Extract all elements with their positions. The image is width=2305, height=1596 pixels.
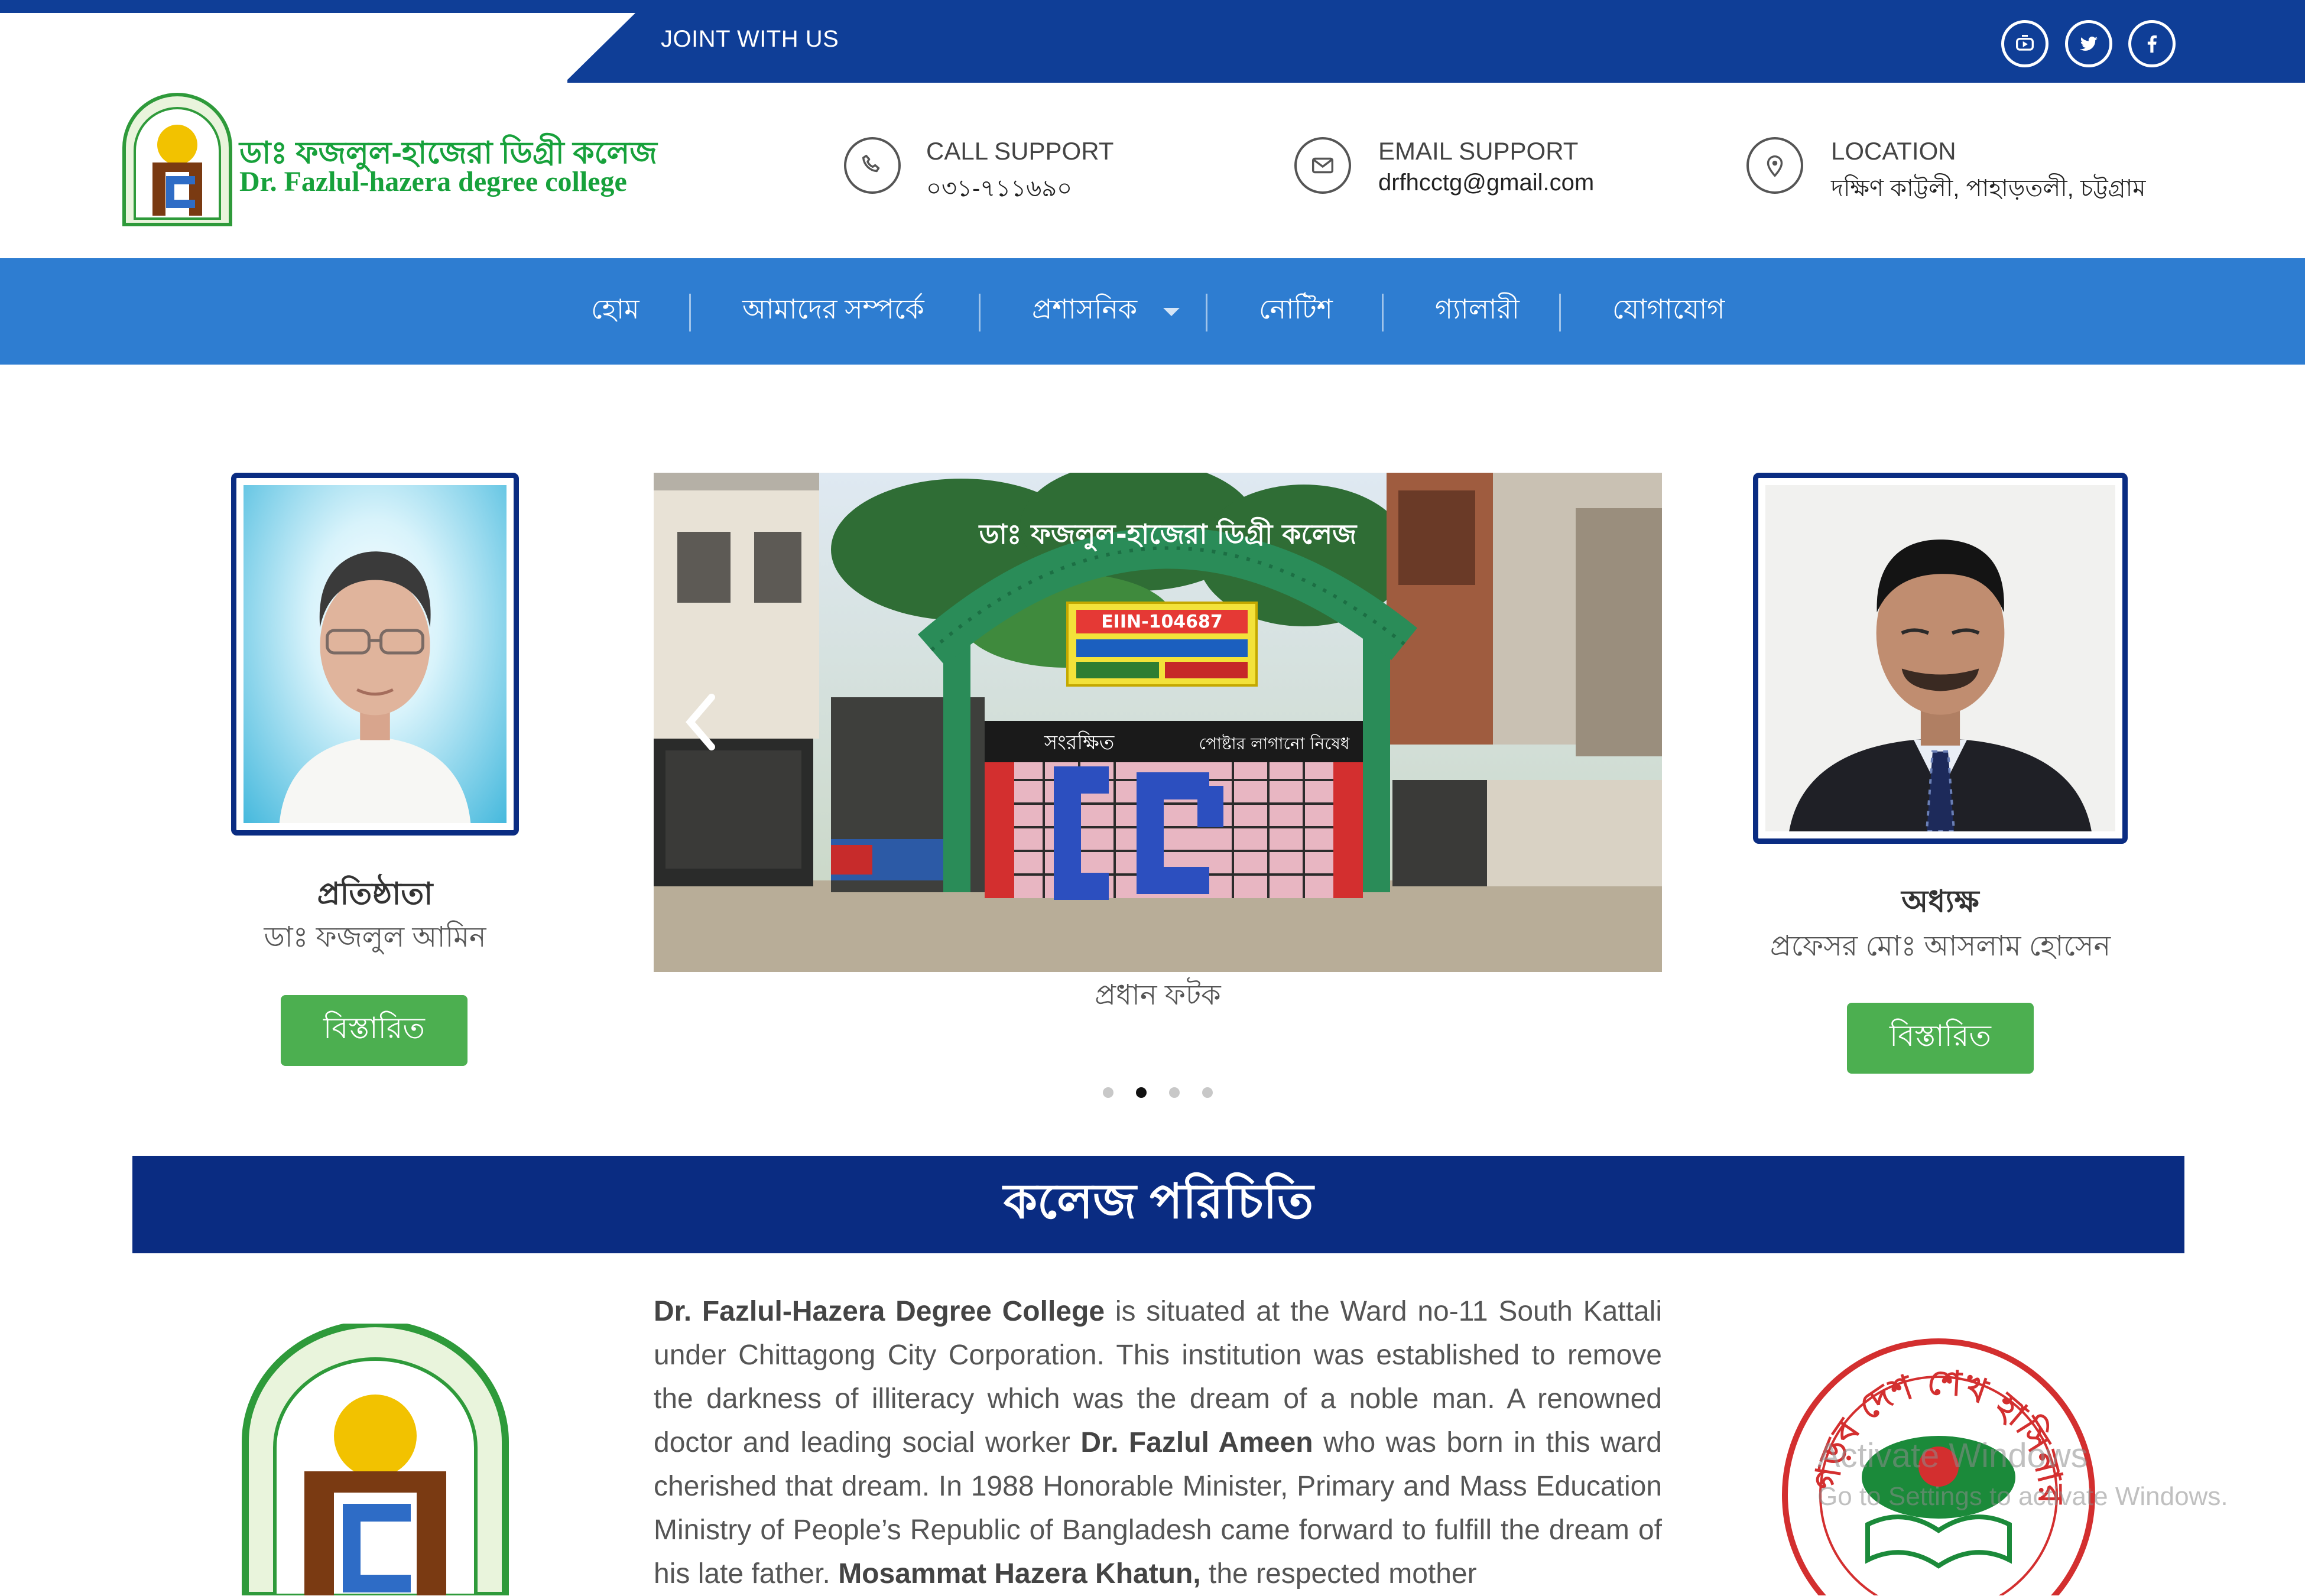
slider-dot-3[interactable] bbox=[1169, 1087, 1180, 1098]
top-bar-white-area bbox=[0, 13, 567, 83]
nav-home[interactable]: হোম bbox=[591, 258, 639, 365]
principal-details-button[interactable]: বিস্তারিত bbox=[1847, 1003, 2034, 1074]
facebook-icon[interactable] bbox=[2128, 20, 2176, 67]
gate-eiin-text: EIIN-104687 bbox=[1101, 612, 1223, 632]
email-support-title: EMAIL SUPPORT bbox=[1378, 137, 1579, 165]
gate-warning-text: পোষ্টার লাগানো নিষেধ bbox=[1199, 734, 1350, 753]
main-nav: হোম আমাদের সম্পর্কে প্রশাসনিক নোটিশ গ্যা… bbox=[0, 258, 2305, 365]
phone-icon bbox=[844, 137, 901, 194]
founder-name: ডাঃ ফজলুল আমিন bbox=[264, 922, 486, 953]
slide-caption: প্রধান ফটক bbox=[1095, 980, 1221, 1011]
principal-role: অধ্যক্ষ bbox=[1901, 885, 1979, 919]
intro-text-3: the respected mother bbox=[1200, 1558, 1477, 1590]
email-icon bbox=[1294, 137, 1351, 194]
intro-paragraph: Dr. Fazlul-Hazera Degree College is situ… bbox=[654, 1290, 1662, 1596]
top-bar: JOINT WITH US bbox=[0, 0, 2305, 83]
image-slider[interactable]: ডাঃ ফজলুল-হাজেরা ডিগ্রী কলেজ EIIN-104687… bbox=[654, 473, 1662, 972]
nav-separator bbox=[1382, 294, 1384, 331]
gate-sign-text: ডাঃ ফজলুল-হাজেরা ডিগ্রী কলেজ bbox=[978, 516, 1358, 551]
nav-gallery[interactable]: গ্যালারী bbox=[1435, 258, 1520, 365]
location-icon bbox=[1746, 137, 1803, 194]
principal-name: প্রফেসর মোঃ আসলাম হোসেন bbox=[1770, 931, 2111, 962]
nav-administration[interactable]: প্রশাসনিক bbox=[1032, 258, 1137, 365]
college-logo[interactable] bbox=[118, 92, 236, 227]
intro-bold-college: Dr. Fazlul-Hazera Degree College bbox=[654, 1296, 1105, 1327]
nav-about[interactable]: আমাদের সম্পর্কে bbox=[742, 258, 924, 365]
intro-heading: কলেজ পরিচিতি bbox=[1003, 1175, 1314, 1228]
location-title: LOCATION bbox=[1831, 137, 1956, 165]
join-link[interactable]: JOINT WITH US bbox=[661, 26, 839, 53]
nav-separator bbox=[1206, 294, 1207, 331]
intro-bold-mother: Mosammat Hazera Khatun, bbox=[838, 1558, 1201, 1590]
nav-separator bbox=[1559, 294, 1561, 331]
principal-photo bbox=[1753, 473, 2128, 844]
top-bar-slant bbox=[564, 13, 635, 83]
main-gate-photo: ডাঃ ফজলুল-হাজেরা ডিগ্রী কলেজ EIIN-104687… bbox=[654, 473, 1662, 972]
slider-dot-4[interactable] bbox=[1202, 1087, 1213, 1098]
founder-photo bbox=[231, 473, 519, 836]
chevron-down-icon[interactable] bbox=[1163, 308, 1180, 316]
nav-separator bbox=[979, 294, 981, 331]
intro-bold-founder: Dr. Fazlul Ameen bbox=[1080, 1427, 1313, 1458]
email-support-value[interactable]: drfhcctg@gmail.com bbox=[1378, 170, 1594, 196]
slider-prev-arrow-icon[interactable] bbox=[683, 693, 719, 752]
youtube-icon[interactable] bbox=[2001, 20, 2048, 67]
location-value: দক্ষিণ কাট্টলী, পাহাড়তলী, চট্টগ্রাম bbox=[1831, 175, 2146, 201]
twitter-icon[interactable] bbox=[2065, 20, 2112, 67]
call-support-title: CALL SUPPORT bbox=[926, 137, 1114, 165]
slider-dot-2[interactable] bbox=[1136, 1087, 1147, 1098]
windows-activation-subtitle: Go to Settings to activate Windows. bbox=[1817, 1482, 2228, 1511]
founder-role: প্রতিষ্ঠাতা bbox=[317, 877, 433, 911]
windows-activation-title: Activate Windows bbox=[1817, 1436, 2088, 1475]
college-name-en: Dr. Fazlul-hazera degree college bbox=[239, 166, 627, 197]
nav-separator bbox=[689, 294, 691, 331]
slider-dot-1[interactable] bbox=[1103, 1087, 1113, 1098]
gate-reserved-text: সংরক্ষিত bbox=[1044, 731, 1115, 755]
nav-contact[interactable]: যোগাযোগ bbox=[1612, 258, 1725, 365]
nav-notice[interactable]: নোটিশ bbox=[1259, 258, 1333, 365]
intro-heading-bar: কলেজ পরিচিতি bbox=[132, 1156, 2184, 1253]
call-support-value[interactable]: ০৩১-৭১১৬৯০ bbox=[926, 170, 1072, 209]
founder-details-button[interactable]: বিস্তারিত bbox=[281, 995, 468, 1066]
college-logo-large bbox=[242, 1324, 509, 1595]
